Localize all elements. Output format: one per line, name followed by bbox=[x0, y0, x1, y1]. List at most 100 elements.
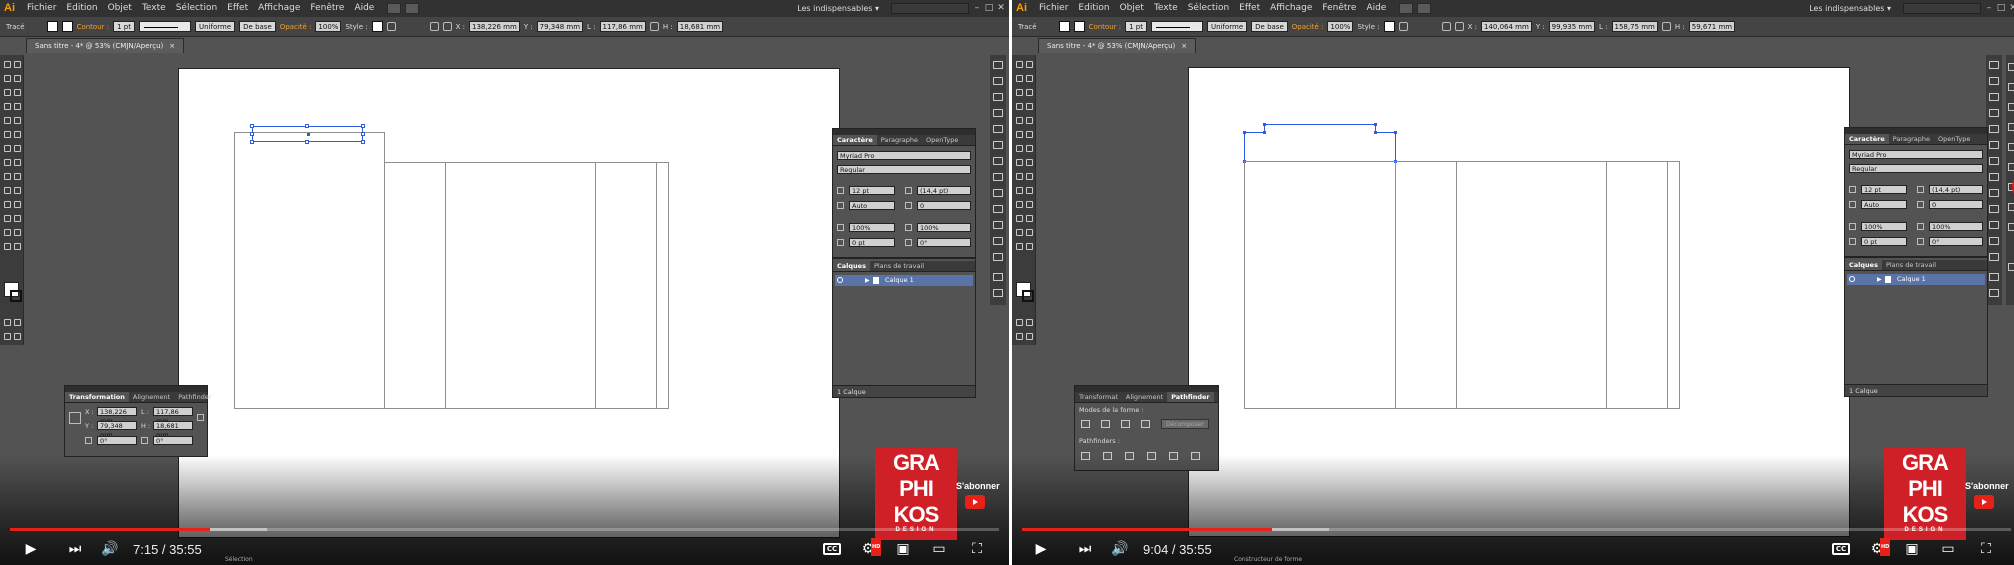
graphic-styles-icon[interactable] bbox=[993, 205, 1003, 213]
gradient-panel-icon[interactable] bbox=[1989, 157, 1999, 165]
font-size-field[interactable]: 12 pt bbox=[849, 186, 895, 195]
actions-panel-icon[interactable] bbox=[2008, 223, 2014, 231]
tab-paragraphe[interactable]: Paragraphe bbox=[877, 135, 922, 145]
kerning-field[interactable]: Auto bbox=[1861, 200, 1907, 209]
fill-color-swatch[interactable] bbox=[46, 21, 58, 32]
perspective-grid-tool-icon[interactable] bbox=[14, 173, 21, 180]
x-field[interactable]: 138,226 mm bbox=[97, 407, 137, 425]
tab-calques[interactable]: Calques bbox=[1845, 260, 1882, 270]
arrange-documents-button[interactable] bbox=[405, 3, 420, 14]
magic-wand-tool-icon[interactable] bbox=[4, 75, 11, 82]
shape-builder-tool-icon[interactable] bbox=[1016, 173, 1023, 180]
stroke-panel-icon[interactable] bbox=[993, 141, 1003, 149]
y-field[interactable]: 79,348 mm bbox=[97, 421, 137, 439]
pen-tool-icon[interactable] bbox=[1016, 89, 1023, 96]
rotate-tool-icon[interactable] bbox=[1016, 145, 1023, 152]
opacity-label[interactable]: Opacité : bbox=[280, 23, 312, 31]
recolor-icon[interactable] bbox=[386, 22, 396, 31]
baseline-shift-field[interactable]: 0 pt bbox=[849, 238, 895, 247]
character-panel-icon[interactable] bbox=[1989, 221, 1999, 229]
expand-triangle-icon[interactable]: ▶ bbox=[865, 275, 870, 286]
direct-selection-tool-icon[interactable] bbox=[1026, 61, 1033, 68]
horizontal-scale-field[interactable]: 100% bbox=[1929, 222, 1983, 231]
anchor-point[interactable] bbox=[1263, 123, 1266, 126]
layer-name[interactable]: Calque 1 bbox=[885, 275, 914, 286]
opentype-panel-icon[interactable] bbox=[993, 253, 1003, 261]
document-tab[interactable]: Sans titre - 4* @ 53% (CMJN/Aperçu) × bbox=[26, 38, 185, 53]
symbols-panel-icon[interactable] bbox=[993, 125, 1003, 133]
menu-edition[interactable]: Edition bbox=[61, 0, 102, 17]
symbols-panel-icon[interactable] bbox=[1989, 125, 1999, 133]
color-guide-icon[interactable] bbox=[993, 77, 1003, 85]
expand-button[interactable]: Décomposer bbox=[1161, 419, 1209, 429]
tab-transformation[interactable]: Transformat bbox=[1075, 392, 1122, 402]
blob-brush-tool-icon[interactable] bbox=[4, 131, 11, 138]
gradient-tool-icon[interactable] bbox=[1026, 187, 1033, 194]
layers-panel-icon-2[interactable] bbox=[2008, 263, 2014, 271]
eraser-tool-icon[interactable] bbox=[1026, 131, 1033, 138]
menu-fenetre[interactable]: Fenêtre bbox=[1317, 0, 1361, 17]
artboard-tool-icon[interactable] bbox=[1016, 229, 1023, 236]
gradient-panel-icon[interactable] bbox=[993, 157, 1003, 165]
blend-tool-icon[interactable] bbox=[14, 201, 21, 208]
align-panel-icon[interactable] bbox=[2008, 123, 2014, 131]
variable-width-profile[interactable] bbox=[139, 21, 191, 32]
vertical-scale-field[interactable]: 100% bbox=[1861, 222, 1907, 231]
perspective-grid-tool-icon[interactable] bbox=[1026, 173, 1033, 180]
align-icon[interactable] bbox=[429, 22, 439, 31]
graphikos-logo[interactable]: GRA PHI KOS DESIGN bbox=[1884, 448, 1966, 540]
opacity-field[interactable]: 100% bbox=[315, 21, 342, 32]
menu-texte[interactable]: Texte bbox=[137, 0, 171, 17]
color-panel-icon[interactable] bbox=[1989, 61, 1999, 69]
height-field[interactable]: 18,681 mm bbox=[676, 21, 724, 32]
magic-wand-tool-icon[interactable] bbox=[1016, 75, 1023, 82]
minimize-button[interactable]: – bbox=[1983, 0, 1995, 17]
column-graph-tool-icon[interactable] bbox=[14, 215, 21, 222]
tab-pathfinder[interactable]: Pathfinder bbox=[174, 392, 215, 402]
screen-mode-icon[interactable] bbox=[14, 333, 21, 340]
brushes-panel-icon[interactable] bbox=[1989, 109, 1999, 117]
menu-texte[interactable]: Texte bbox=[1149, 0, 1183, 17]
document-tab[interactable]: Sans titre - 4* @ 53% (CMJN/Aperçu) × bbox=[1038, 38, 1197, 53]
pen-tool-icon[interactable] bbox=[4, 89, 11, 96]
pencil-tool-icon[interactable] bbox=[14, 117, 21, 124]
theater-mode-icon[interactable]: ▭ bbox=[1938, 540, 1958, 558]
opacity-label[interactable]: Opacité : bbox=[1292, 23, 1324, 31]
settings-gear-icon[interactable]: ⚙ HD bbox=[1867, 538, 1891, 558]
fill-color-swatch[interactable] bbox=[1058, 21, 1070, 32]
bridge-button[interactable] bbox=[387, 3, 402, 14]
anchor-point[interactable] bbox=[1374, 123, 1377, 126]
attributes-panel-icon[interactable] bbox=[2008, 203, 2014, 211]
direct-selection-tool-icon[interactable] bbox=[14, 61, 21, 68]
youtube-subscribe-icon[interactable] bbox=[1974, 495, 1994, 509]
tab-caractere[interactable]: Caractère bbox=[1845, 134, 1889, 144]
gradient-mode-icon[interactable] bbox=[1026, 319, 1033, 326]
unite-icon[interactable] bbox=[1081, 420, 1090, 428]
captions-button[interactable]: CC bbox=[1832, 543, 1850, 555]
tracking-field[interactable]: 0 bbox=[1929, 200, 1983, 209]
leading-field[interactable]: (14,4 pt) bbox=[917, 186, 971, 195]
panel-shape-1[interactable] bbox=[1244, 161, 1396, 409]
screen-mode-icon[interactable] bbox=[1026, 333, 1033, 340]
shear-field[interactable]: 0° bbox=[153, 436, 193, 445]
minimize-button[interactable]: – bbox=[971, 0, 983, 17]
info-panel-icon[interactable] bbox=[2008, 83, 2014, 91]
subscribe-label[interactable]: S'abonner bbox=[956, 481, 1000, 491]
tab-opentype[interactable]: OpenType bbox=[1934, 134, 1974, 144]
graphic-styles-icon[interactable] bbox=[1989, 205, 1999, 213]
video-progress-bar[interactable] bbox=[10, 528, 999, 531]
menu-selection[interactable]: Sélection bbox=[1183, 0, 1234, 17]
font-family-select[interactable]: Myriad Pro bbox=[1849, 150, 1983, 159]
next-icon[interactable]: ⏭ bbox=[66, 540, 84, 558]
y-field[interactable]: 99,935 mm bbox=[1548, 21, 1596, 32]
lasso-tool-icon[interactable] bbox=[1026, 75, 1033, 82]
kerning-field[interactable]: Auto bbox=[849, 201, 895, 210]
help-search-input[interactable] bbox=[1903, 3, 1981, 14]
close-tab-icon[interactable]: × bbox=[169, 42, 175, 50]
visibility-eye-icon[interactable] bbox=[1849, 276, 1855, 282]
menu-effet[interactable]: Effet bbox=[1234, 0, 1265, 17]
baseline-shift-field[interactable]: 0 pt bbox=[1861, 237, 1907, 246]
character-panel-icon[interactable] bbox=[993, 221, 1003, 229]
dock-toggle-icon[interactable] bbox=[2008, 63, 2014, 71]
youtube-subscribe-icon[interactable] bbox=[965, 495, 985, 509]
